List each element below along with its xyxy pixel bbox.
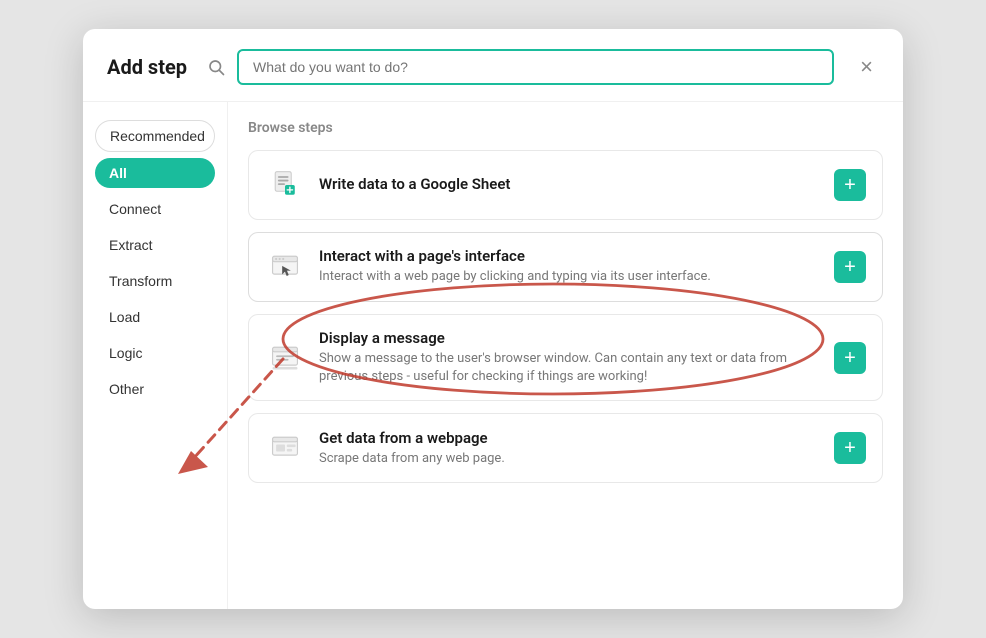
search-input[interactable] [237, 49, 834, 85]
add-button-get-webpage[interactable]: + [834, 432, 866, 464]
step-desc-display-message: Show a message to the user's browser win… [319, 350, 820, 386]
google-sheet-icon [265, 165, 305, 205]
main-content: Browse steps [228, 102, 903, 609]
add-button-google-sheet[interactable]: + [834, 169, 866, 201]
step-name-get-webpage: Get data from a webpage [319, 429, 820, 447]
sidebar-item-other[interactable]: Other [95, 374, 215, 404]
step-card-google-sheet[interactable]: Write data to a Google Sheet + [248, 150, 883, 220]
get-webpage-icon [265, 428, 305, 468]
sidebar: Recommended All Connect Extract Transfor… [83, 102, 228, 609]
sidebar-item-recommended[interactable]: Recommended [95, 120, 215, 152]
sidebar-item-extract[interactable]: Extract [95, 230, 215, 260]
add-button-display-message[interactable]: + [834, 342, 866, 374]
step-name-display-message: Display a message [319, 329, 820, 347]
interact-page-icon [265, 247, 305, 287]
step-name-interact-page: Interact with a page's interface [319, 247, 820, 265]
step-desc-interact-page: Interact with a web page by clicking and… [319, 268, 820, 286]
sidebar-item-transform[interactable]: Transform [95, 266, 215, 296]
step-info-get-webpage: Get data from a webpage Scrape data from… [319, 429, 820, 468]
modal-body: Recommended All Connect Extract Transfor… [83, 102, 903, 609]
sidebar-item-all[interactable]: All [95, 158, 215, 188]
search-icon [207, 58, 225, 76]
browse-steps-title: Browse steps [248, 120, 883, 136]
step-name-google-sheet: Write data to a Google Sheet [319, 175, 820, 193]
step-card-get-webpage[interactable]: Get data from a webpage Scrape data from… [248, 413, 883, 483]
display-message-icon [265, 338, 305, 378]
add-button-interact-page[interactable]: + [834, 251, 866, 283]
sidebar-item-logic[interactable]: Logic [95, 338, 215, 368]
step-info-display-message: Display a message Show a message to the … [319, 329, 820, 386]
step-info-google-sheet: Write data to a Google Sheet [319, 175, 820, 196]
close-button[interactable]: × [854, 54, 879, 80]
modal-overlay: Add step × Recommended All Connect Extra… [0, 0, 986, 638]
modal-header: Add step × [83, 29, 903, 102]
step-card-display-message[interactable]: Display a message Show a message to the … [248, 314, 883, 401]
step-desc-get-webpage: Scrape data from any web page. [319, 450, 820, 468]
modal: Add step × Recommended All Connect Extra… [83, 29, 903, 609]
sidebar-item-load[interactable]: Load [95, 302, 215, 332]
modal-title: Add step [107, 55, 187, 79]
sidebar-item-connect[interactable]: Connect [95, 194, 215, 224]
step-card-interact-page[interactable]: Interact with a page's interface Interac… [248, 232, 883, 302]
step-info-interact-page: Interact with a page's interface Interac… [319, 247, 820, 286]
